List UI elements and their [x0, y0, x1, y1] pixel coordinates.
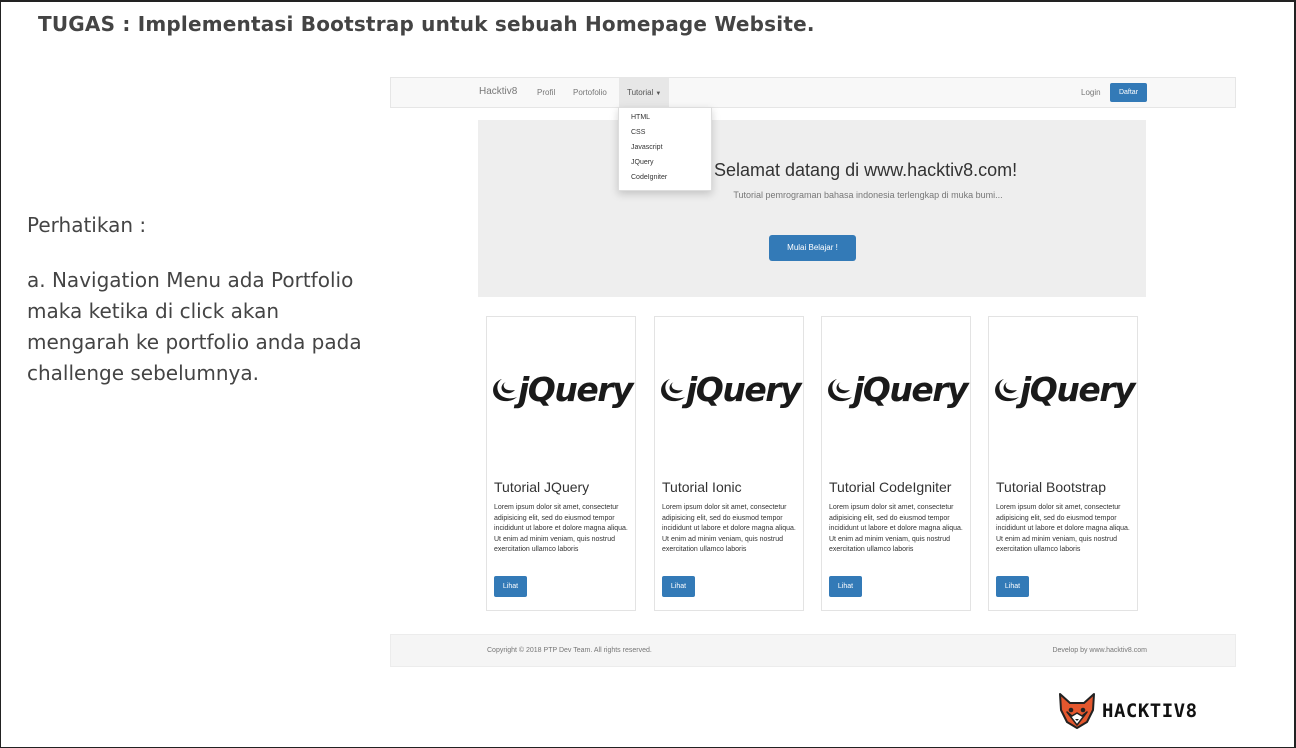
jquery-logo: jQuery — [824, 370, 970, 412]
jumbotron: Selamat datang di www.hacktiv8.com! Tuto… — [478, 120, 1146, 297]
lihat-button[interactable]: Lihat — [662, 576, 695, 597]
card-tutorial-jquery: jQuery Tutorial JQuery Lorem ipsum dolor… — [486, 316, 636, 611]
jquery-swirl-icon — [493, 379, 517, 402]
caret-down-icon: ▼ — [655, 91, 662, 97]
jquery-wordmark: jQuery — [518, 370, 634, 409]
nav-login[interactable]: Login — [1081, 88, 1101, 97]
website-screenshot: Hacktiv8 Profil Portofolio Tutorial ▼ Log… — [390, 77, 1236, 667]
jquery-swirl-icon — [995, 379, 1019, 402]
jquery-swirl-icon — [828, 379, 852, 402]
dropdown-item-jquery[interactable]: JQuery — [631, 159, 654, 166]
dropdown-item-css[interactable]: CSS — [631, 129, 645, 136]
navbar: Hacktiv8 Profil Portofolio Tutorial ▼ Log… — [390, 77, 1236, 108]
dropdown-item-html[interactable]: HTML — [631, 114, 650, 121]
jumbotron-subtitle: Tutorial pemrograman bahasa indonesia te… — [733, 190, 1003, 200]
card-tutorial-ionic: jQuery Tutorial Ionic Lorem ipsum dolor … — [654, 316, 804, 611]
lihat-button[interactable]: Lihat — [494, 576, 527, 597]
card-tutorial-codeigniter: jQuery Tutorial CodeIgniter Lorem ipsum … — [821, 316, 971, 611]
jquery-logo: jQuery — [991, 370, 1137, 412]
nav-item-tutorial-label: Tutorial — [627, 88, 654, 97]
card-text: Lorem ipsum dolor sit amet, consectetur … — [662, 504, 796, 554]
nav-item-tutorial[interactable]: Tutorial ▼ — [627, 88, 661, 97]
footer: Copyright © 2018 PTP Dev Team. All right… — [390, 634, 1236, 667]
navbar-brand[interactable]: Hacktiv8 — [479, 86, 517, 97]
tutorial-dropdown-menu: HTML CSS Javascript JQuery CodeIgniter — [618, 107, 712, 191]
hacktiv8-wordmark: HACKTIV8 — [1102, 700, 1198, 722]
jquery-logo: jQuery — [489, 370, 635, 412]
jquery-wordmark: jQuery — [686, 370, 802, 409]
card-text: Lorem ipsum dolor sit amet, consectetur … — [996, 504, 1130, 554]
nav-item-profil[interactable]: Profil — [537, 88, 555, 97]
card-text: Lorem ipsum dolor sit amet, consectetur … — [494, 504, 628, 554]
daftar-button[interactable]: Daftar — [1110, 83, 1147, 102]
lihat-button[interactable]: Lihat — [829, 576, 862, 597]
card-title: Tutorial CodeIgniter — [829, 479, 952, 495]
jquery-logo: jQuery — [657, 370, 803, 412]
slide-title: TUGAS : Implementasi Bootstrap untuk seb… — [38, 12, 815, 36]
card-title: Tutorial Bootstrap — [996, 479, 1106, 495]
card-text: Lorem ipsum dolor sit amet, consectetur … — [829, 504, 963, 554]
card-tutorial-bootstrap: jQuery Tutorial Bootstrap Lorem ipsum do… — [988, 316, 1138, 611]
jumbotron-title: Selamat datang di www.hacktiv8.com! — [714, 160, 1018, 180]
footer-develop-link[interactable]: Develop by www.hacktiv8.com — [1052, 647, 1147, 654]
hacktiv8-fox-logo-icon — [1059, 693, 1095, 729]
dropdown-item-javascript[interactable]: Javascript — [631, 144, 663, 151]
note-body: a. Navigation Menu ada Portfolio maka ke… — [27, 268, 362, 385]
card-title: Tutorial JQuery — [494, 479, 590, 495]
dropdown-item-codeigniter[interactable]: CodeIgniter — [631, 174, 667, 181]
jquery-wordmark: jQuery — [1020, 370, 1136, 409]
lihat-button[interactable]: Lihat — [996, 576, 1029, 597]
note-heading: Perhatikan : — [27, 213, 147, 237]
footer-copyright: Copyright © 2018 PTP Dev Team. All right… — [487, 647, 652, 654]
nav-item-portofolio[interactable]: Portofolio — [573, 88, 607, 97]
card-title: Tutorial Ionic — [662, 479, 742, 495]
jquery-wordmark: jQuery — [853, 370, 969, 409]
mulai-belajar-button[interactable]: Mulai Belajar ! — [769, 235, 856, 261]
jquery-swirl-icon — [661, 379, 685, 402]
